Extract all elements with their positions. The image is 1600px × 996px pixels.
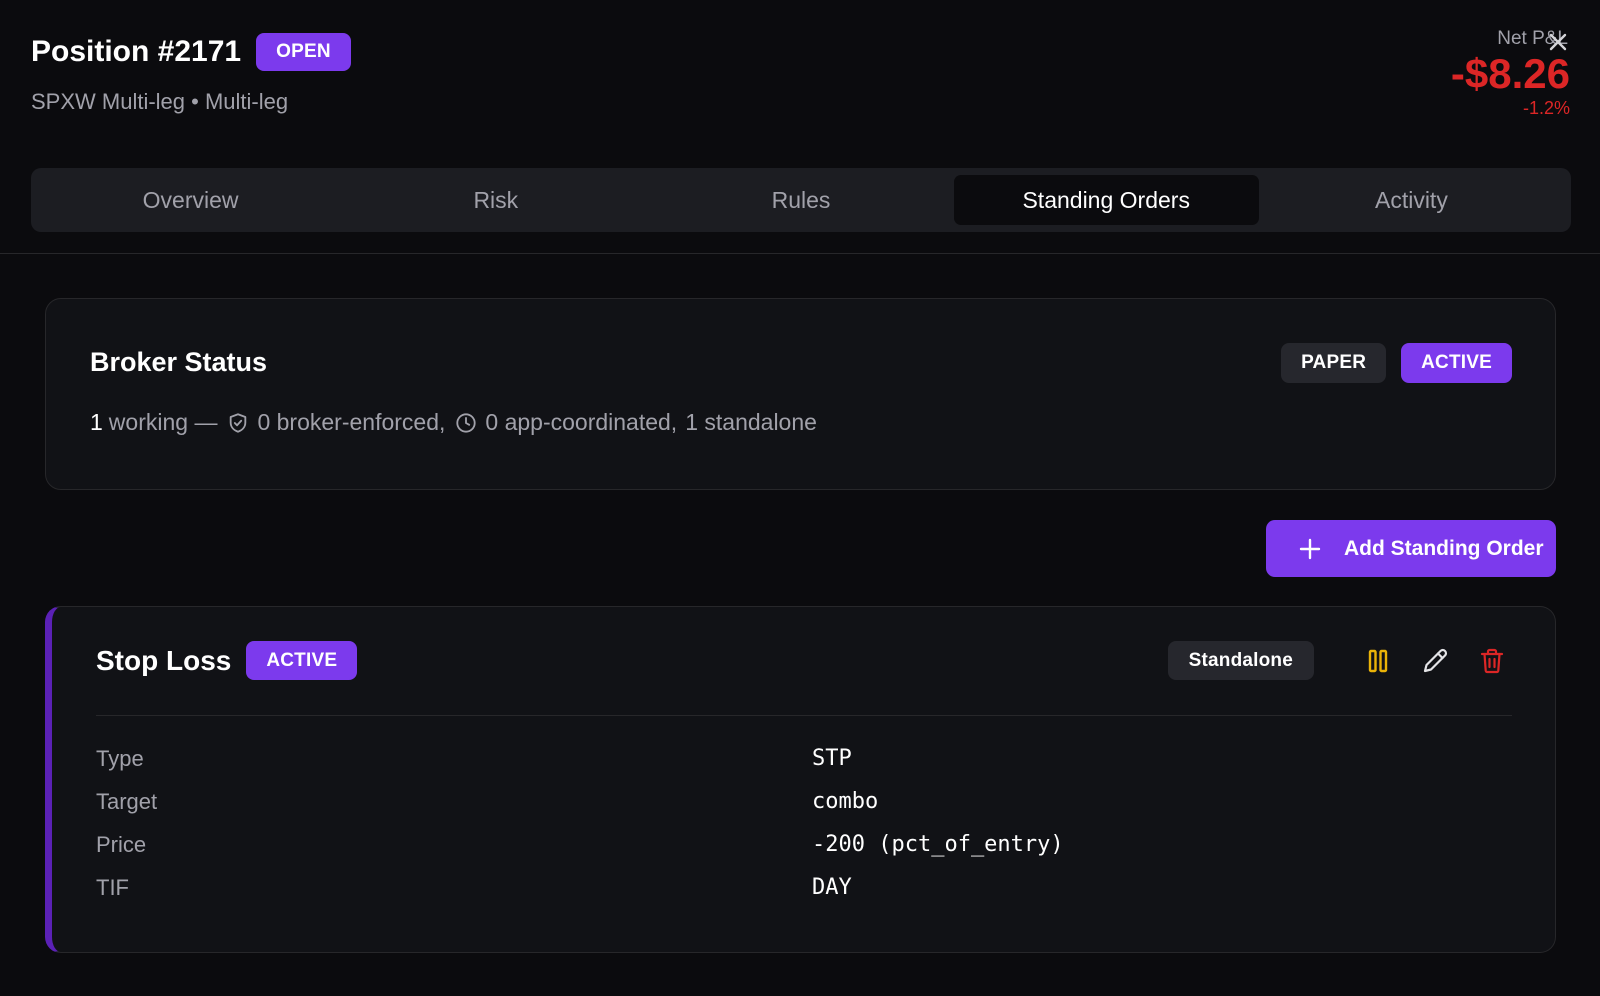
add-standing-order-button[interactable]: Add Standing Order: [1266, 520, 1556, 577]
position-subtitle: SPXW Multi-leg • Multi-leg: [31, 89, 289, 114]
net-pnl-percent: -1.2%: [1522, 98, 1570, 119]
order-status-badge: ACTIVE: [246, 641, 358, 680]
detail-row-type: Type STP: [96, 737, 1096, 780]
title-row: Position #2171 OPEN: [31, 33, 351, 71]
pencil-icon[interactable]: [1420, 646, 1450, 676]
status-badge: OPEN: [256, 33, 351, 71]
net-pnl-value: -$8.26: [1450, 50, 1570, 97]
tab-rules[interactable]: Rules: [648, 175, 953, 225]
order-header: Stop Loss ACTIVE: [96, 641, 358, 680]
page-title: Position #2171: [31, 35, 242, 68]
order-divider: [96, 715, 1512, 716]
broker-status-title: Broker Status: [90, 347, 268, 377]
detail-label: Target: [96, 788, 158, 814]
order-actions: Standalone: [1167, 641, 1507, 680]
active-badge: ACTIVE: [1401, 343, 1512, 383]
order-title: Stop Loss: [96, 644, 232, 676]
detail-value: -200 (pct_of_entry): [812, 832, 1064, 857]
trash-icon[interactable]: [1477, 646, 1507, 676]
close-icon[interactable]: [1546, 30, 1570, 54]
clock-icon: [455, 412, 477, 434]
broker-status-card: Broker Status PAPER ACTIVE 1 working — 0…: [45, 298, 1556, 490]
app-coordinated-count: 0 app-coordinated,: [485, 409, 678, 435]
detail-label: Price: [96, 831, 147, 857]
shield-icon: [227, 412, 249, 434]
detail-label: TIF: [96, 874, 129, 900]
paper-badge: PAPER: [1281, 343, 1387, 383]
detail-row-target: Target combo: [96, 780, 1096, 823]
detail-value: DAY: [812, 875, 852, 900]
working-count: 1: [90, 409, 103, 435]
tab-overview[interactable]: Overview: [38, 175, 343, 225]
position-header: Position #2171 OPEN SPXW Multi-leg • Mul…: [0, 0, 1600, 254]
standalone-badge: Standalone: [1167, 641, 1314, 680]
standing-order-card: Stop Loss ACTIVE Standalone Type STP Tar…: [45, 606, 1556, 953]
tab-standing-orders[interactable]: Standing Orders: [953, 175, 1259, 225]
detail-row-tif: TIF DAY: [96, 866, 1096, 909]
broker-status-summary: 1 working — 0 broker-enforced, 0 app-coo…: [90, 409, 817, 436]
working-label: working —: [108, 409, 218, 435]
detail-value: combo: [812, 789, 879, 814]
standalone-count: 1 standalone: [685, 409, 817, 435]
plus-icon: [1298, 537, 1322, 561]
detail-row-price: Price -200 (pct_of_entry): [96, 823, 1096, 866]
add-standing-order-label: Add Standing Order: [1344, 536, 1544, 560]
tab-bar: Overview Risk Rules Standing Orders Acti…: [31, 168, 1571, 232]
pause-icon[interactable]: [1363, 646, 1393, 676]
tab-activity[interactable]: Activity: [1259, 175, 1564, 225]
tab-risk[interactable]: Risk: [343, 175, 648, 225]
order-details: Type STP Target combo Price -200 (pct_of…: [96, 737, 1096, 909]
detail-value: STP: [812, 746, 852, 771]
detail-label: Type: [96, 745, 144, 771]
broker-enforced-count: 0 broker-enforced,: [257, 409, 446, 435]
broker-status-badges: PAPER ACTIVE: [1281, 343, 1512, 383]
